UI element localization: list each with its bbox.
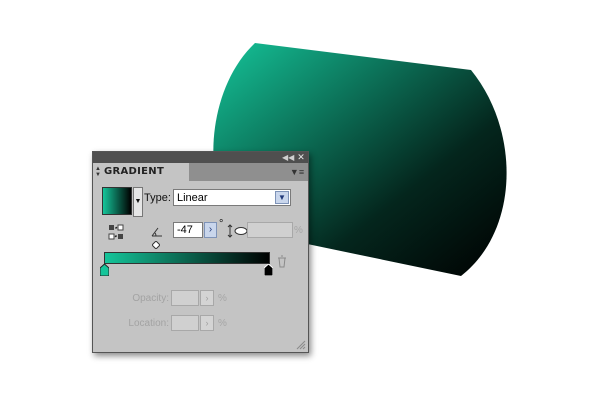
location-label: Location: [128,318,169,329]
gradient-slider[interactable] [104,252,270,264]
color-stop-start-icon[interactable] [100,264,109,276]
panel-tab-row: ▲ ▼ GRADIENT ▼≡ [93,163,308,181]
angle-value: -47 [177,224,193,236]
gradient-swatch[interactable] [102,187,132,215]
opacity-input[interactable] [171,290,199,306]
tab-label: GRADIENT [104,166,165,177]
opacity-dropdown-icon[interactable]: › [200,290,214,306]
aspect-ratio-input[interactable] [247,222,293,238]
resize-grip-icon[interactable] [294,338,306,350]
collapse-icon[interactable]: ◀◀ [282,152,294,163]
type-select[interactable]: Linear ▼ [173,189,291,206]
gradient-panel: ◀◀ ✕ ▲ ▼ GRADIENT ▼≡ ▼ Type: Linear ▼ -47… [92,151,309,353]
angle-icon [151,227,162,237]
location-dropdown-icon[interactable]: › [200,315,214,331]
aspect-ratio-unit: % [294,225,303,236]
aspect-ratio-icon [227,224,248,238]
chevron-down-icon[interactable]: ▼ [275,191,289,204]
location-unit: % [218,318,227,329]
angle-input[interactable]: -47 [173,222,203,238]
location-input[interactable] [171,315,199,331]
tab-gradient[interactable]: ▲ ▼ GRADIENT [93,163,189,181]
opacity-unit: % [218,293,227,304]
type-label: Type: [144,192,171,204]
angle-dropdown-icon[interactable]: › [204,222,217,238]
panel-menu-icon[interactable]: ▼≡ [289,166,305,178]
tab-expand-arrows-icon[interactable]: ▲ ▼ [95,166,101,178]
opacity-label: Opacity: [132,293,169,304]
close-icon[interactable]: ✕ [295,152,307,163]
gradient-midpoint-diamond-icon[interactable] [152,241,160,249]
degree-sign: ° [219,218,224,230]
panel-title-bar[interactable]: ◀◀ ✕ [93,152,308,163]
type-value: Linear [177,192,208,204]
reverse-gradient-icon[interactable] [108,224,124,240]
color-stop-end-icon[interactable] [264,264,273,276]
swatch-dropdown-icon[interactable]: ▼ [133,187,143,217]
trash-icon[interactable] [277,255,287,268]
